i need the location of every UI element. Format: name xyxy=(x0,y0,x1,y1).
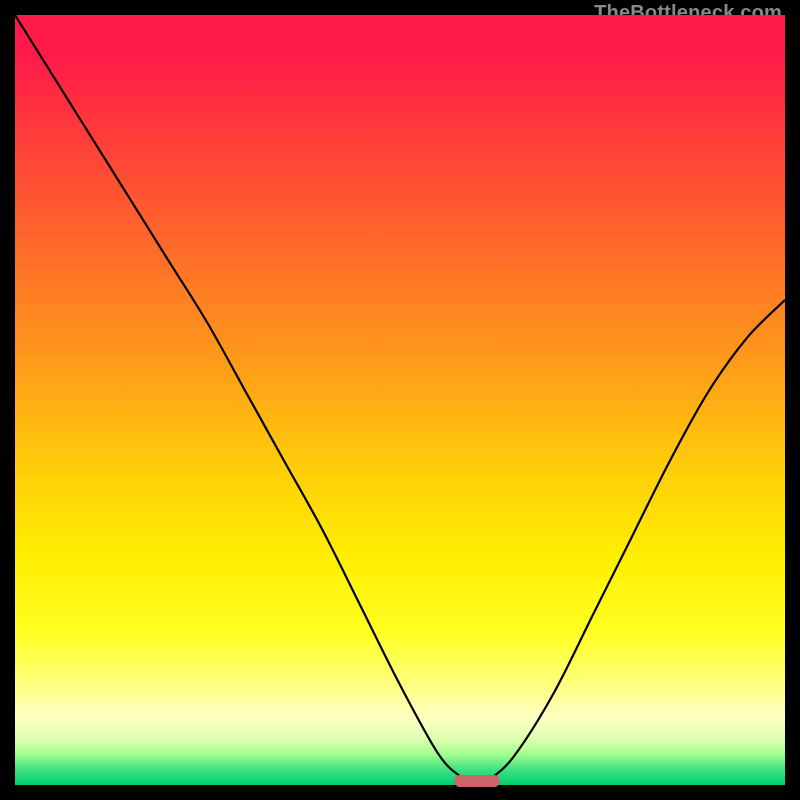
plot-area xyxy=(15,15,785,785)
curve-svg xyxy=(15,15,785,785)
chart-container: TheBottleneck.com xyxy=(0,0,800,800)
optimal-marker xyxy=(454,775,500,787)
bottleneck-curve xyxy=(15,15,785,785)
